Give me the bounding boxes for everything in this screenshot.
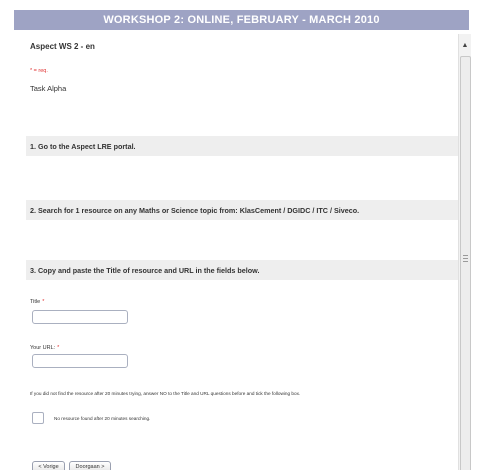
- no-resource-checkbox[interactable]: [32, 412, 44, 424]
- url-label-text: Your URL:: [30, 345, 56, 351]
- question-3-label: 3. Copy and paste the Title of resource …: [30, 265, 260, 275]
- url-required-mark: *: [57, 345, 60, 351]
- url-field-label: Your URL: *: [30, 345, 59, 351]
- no-resource-checkbox-label[interactable]: No resource found after 20 minutes searc…: [54, 416, 150, 421]
- question-2-label: 2. Search for 1 resource on any Maths or…: [30, 205, 360, 215]
- question-1: 1. Go to the Aspect LRE portal.: [26, 136, 458, 156]
- scroll-up-arrow-icon[interactable]: ▲: [459, 38, 471, 52]
- vertical-scrollbar[interactable]: ▲: [458, 34, 471, 470]
- title-label-text: Title: [30, 299, 41, 305]
- survey-title: Aspect WS 2 - en: [30, 42, 95, 51]
- header-title: WORKSHOP 2: ONLINE, FEBRUARY - MARCH 201…: [103, 14, 380, 26]
- survey-content: Aspect WS 2 - en * = req. Task Alpha 1. …: [22, 34, 458, 470]
- title-field-label: Title *: [30, 299, 44, 305]
- survey-page: WORKSHOP 2: ONLINE, FEBRUARY - MARCH 201…: [0, 0, 485, 470]
- task-label: Task Alpha: [30, 84, 67, 93]
- question-1-label: 1. Go to the Aspect LRE portal.: [30, 141, 136, 151]
- previous-button[interactable]: < Vorige: [32, 461, 65, 470]
- title-required-mark: *: [42, 299, 45, 305]
- question-2: 2. Search for 1 resource on any Maths or…: [26, 200, 458, 220]
- scroll-grip-icon: [463, 255, 468, 262]
- scroll-thumb[interactable]: [460, 56, 471, 470]
- title-input[interactable]: [32, 310, 128, 324]
- url-input[interactable]: [32, 354, 128, 368]
- required-note: * = req.: [30, 68, 48, 74]
- question-3: 3. Copy and paste the Title of resource …: [26, 260, 458, 280]
- next-button[interactable]: Doorgaan >: [69, 461, 111, 470]
- no-resource-instructions: If you did not find the resource after 2…: [30, 391, 301, 396]
- workshop-header: WORKSHOP 2: ONLINE, FEBRUARY - MARCH 201…: [14, 10, 469, 30]
